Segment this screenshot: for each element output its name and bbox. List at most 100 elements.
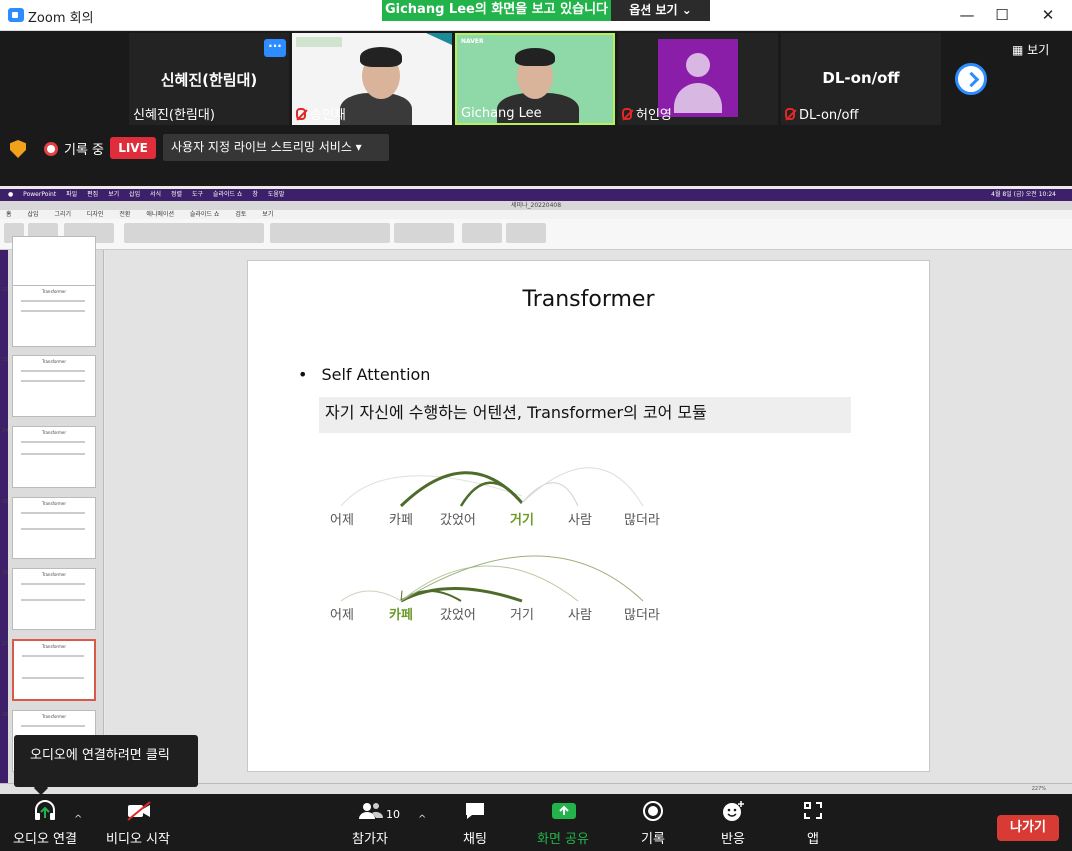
slide-number: 24 xyxy=(2,428,9,434)
token-word: 많더라 xyxy=(624,513,660,528)
slide-number: 25 xyxy=(2,499,9,505)
ribbon-tab: 슬라이드 쇼 xyxy=(189,211,220,218)
document-title: 세미나_20220408 xyxy=(0,201,1072,210)
slide-thumbnail-active[interactable]: Transformer xyxy=(12,639,96,701)
slide-canvas[interactable]: Transformer • Self Attention 자기 자신에 수행하는 … xyxy=(247,260,930,772)
thumb-line xyxy=(21,380,85,382)
chevron-up-icon[interactable]: ^ xyxy=(418,814,426,825)
meeting-controls: 오디오 연결 ^ 비디오 시작 참가자 10 ^ 채팅 화면 공유 기록 반응 … xyxy=(0,794,1072,851)
chevron-up-icon[interactable]: ^ xyxy=(74,814,82,825)
ribbon-group xyxy=(506,223,546,243)
participant-name: Gichang Lee xyxy=(461,106,542,121)
thumb-title: Transformer xyxy=(41,572,66,577)
minimize-button[interactable]: — xyxy=(957,5,977,25)
attention-arc-faint xyxy=(521,482,579,507)
participant-gallery: 신혜진(한림대) 신혜진(한림대) ··· 송인재 NAVER Gichang … xyxy=(0,31,1072,128)
ribbon-tab: 홈 xyxy=(6,211,12,218)
menu-item: 창 xyxy=(252,191,258,198)
apple-icon: ● xyxy=(8,191,14,198)
thumb-title: Transformer xyxy=(41,714,66,719)
token-word: 사람 xyxy=(568,513,592,528)
recording-label[interactable]: 기록 중 xyxy=(64,139,104,158)
menu-item: 도움말 xyxy=(267,191,285,198)
shared-screen: ● PowerPoint 파일 편집 보기 삽입 서식 정렬 도구 슬라이드 쇼… xyxy=(0,186,1072,794)
video-start-label: 비디오 시작 xyxy=(106,832,170,847)
audio-connect-button[interactable]: 오디오 연결 xyxy=(10,800,80,847)
apps-button[interactable]: 앱 xyxy=(798,800,828,847)
participant-big-name: 신혜진(한림대) xyxy=(160,71,258,89)
headphones-icon xyxy=(33,800,57,822)
security-shield-icon[interactable] xyxy=(10,140,26,158)
ribbon-tab: 검토 xyxy=(235,211,247,218)
record-button[interactable]: 기록 xyxy=(638,800,668,847)
recording-icon[interactable] xyxy=(44,142,58,156)
participant-tile[interactable]: DL-on/off DL-on/off xyxy=(781,33,941,125)
participant-name: 송인재 xyxy=(310,108,346,123)
ribbon-group xyxy=(270,223,390,243)
view-button[interactable]: ▦ 보기 xyxy=(1012,39,1064,61)
next-page-button[interactable] xyxy=(955,63,987,95)
video-start-button[interactable]: 비디오 시작 xyxy=(104,800,172,847)
participant-big-name: DL-on/off xyxy=(822,69,900,87)
token-word: 어제 xyxy=(330,608,354,623)
reactions-button[interactable]: 반응 xyxy=(718,800,748,847)
attention-arc-faint xyxy=(400,565,579,602)
chat-button[interactable]: 채팅 xyxy=(458,800,492,847)
slide-number: 26 xyxy=(2,570,9,576)
leave-meeting-button[interactable]: 나가기 xyxy=(997,815,1059,841)
share-screen-label: 화면 공유 xyxy=(537,832,589,847)
slide-thumbnail[interactable]: Transformer xyxy=(12,285,96,347)
stream-service-dropdown[interactable]: 사용자 지정 라이브 스트리밍 서비스 ▾ xyxy=(163,134,389,161)
maximize-button[interactable]: ☐ xyxy=(992,5,1012,25)
share-screen-button[interactable]: 화면 공유 xyxy=(533,800,593,847)
menu-item: 정렬 xyxy=(170,191,183,198)
participants-button[interactable]: 참가자 xyxy=(350,800,390,847)
thumb-line xyxy=(21,583,85,585)
slide-thumbnail[interactable]: Transformer xyxy=(12,568,96,630)
slide-thumbnail[interactable]: Transformer xyxy=(12,497,96,559)
zoom-level: 227% xyxy=(1031,786,1046,792)
thumb-title: Transformer xyxy=(41,289,66,294)
ribbon-tab: 전환 xyxy=(119,211,131,218)
close-button[interactable]: ✕ xyxy=(1038,5,1058,25)
bullet-dot: • xyxy=(298,365,308,384)
reactions-label: 반응 xyxy=(721,832,745,847)
share-screen-icon xyxy=(551,800,576,822)
person-hair xyxy=(360,47,402,67)
mic-muted-icon xyxy=(622,108,632,120)
slide-number: 22 xyxy=(2,287,9,293)
audio-connect-tooltip[interactable]: 오디오에 연결하려면 클릭 xyxy=(14,735,198,787)
live-badge: LIVE xyxy=(110,137,156,159)
title-bar: Zoom 회의 Gichang Lee의 화면을 보고 있습니다 옵션 보기 ⌄… xyxy=(0,0,1072,31)
chat-label: 채팅 xyxy=(463,832,487,847)
ribbon-tab: 디자인 xyxy=(86,211,104,218)
token-word: 사람 xyxy=(568,608,592,623)
logo-graphic xyxy=(296,37,342,47)
token-word: 거기 xyxy=(510,608,534,623)
menu-item: 파일 xyxy=(66,191,78,198)
zoom-logo-icon xyxy=(8,8,24,22)
video-off-icon xyxy=(126,800,151,822)
slide-thumbnail[interactable]: Transformer xyxy=(12,355,96,417)
participant-name-row: 송인재 xyxy=(296,104,346,123)
participant-tile-active[interactable]: NAVER Gichang Lee xyxy=(455,33,615,125)
chat-icon xyxy=(463,800,487,822)
menu-item: 도구 xyxy=(191,191,203,198)
participant-tile[interactable]: 허인영 xyxy=(618,33,778,125)
token-word-highlight: 카페 xyxy=(389,608,413,623)
view-options-button[interactable]: 옵션 보기 ⌄ xyxy=(611,0,710,21)
token-word: 갔었어 xyxy=(440,513,476,528)
slide-thumbnail[interactable]: Transformer xyxy=(12,426,96,488)
participant-tile[interactable]: 송인재 xyxy=(292,33,452,125)
thumb-line xyxy=(21,528,85,530)
thumb-line xyxy=(21,300,85,302)
thumb-line xyxy=(22,677,84,679)
more-options-button[interactable]: ··· xyxy=(264,39,286,57)
thumb-title: Transformer xyxy=(41,644,66,649)
reaction-emoji-icon xyxy=(721,800,745,822)
audio-connect-label: 오디오 연결 xyxy=(13,832,77,847)
menu-item: 서식 xyxy=(150,191,162,198)
record-label: 기록 xyxy=(641,832,665,847)
attention-arc-strong xyxy=(459,481,523,507)
avatar-body xyxy=(674,83,722,113)
